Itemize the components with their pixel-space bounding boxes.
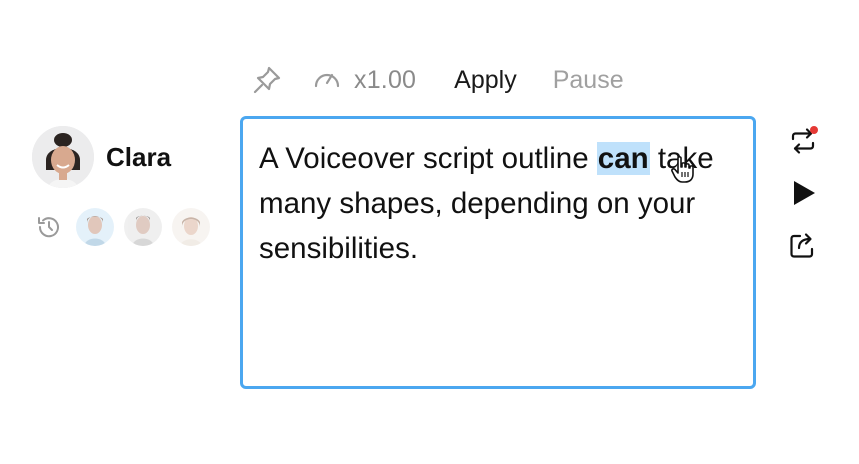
avatar[interactable]	[32, 126, 94, 188]
pin-button[interactable]	[250, 63, 284, 97]
playback-speed[interactable]: x1.00	[312, 65, 416, 95]
repeat-button[interactable]	[786, 124, 820, 158]
user-card: Clara	[32, 126, 171, 188]
collaborator-avatar[interactable]	[172, 208, 210, 246]
pin-icon	[253, 66, 281, 94]
play-icon	[794, 181, 815, 205]
share-button[interactable]	[786, 228, 820, 262]
hand-cursor-icon	[671, 156, 694, 183]
selected-word[interactable]: can	[596, 142, 650, 175]
apply-button[interactable]: Apply	[454, 66, 517, 95]
play-button[interactable]	[786, 176, 820, 210]
side-actions	[786, 124, 822, 280]
notification-dot	[810, 126, 818, 134]
history-button[interactable]	[34, 212, 64, 242]
speed-value: x1.00	[354, 65, 417, 94]
collaborators-row	[34, 208, 220, 246]
collaborator-avatar[interactable]	[76, 208, 114, 246]
history-icon	[38, 217, 59, 238]
script-editor[interactable]: A Voiceover script outline can take many…	[240, 116, 756, 389]
speedometer-icon	[312, 65, 342, 95]
pause-button[interactable]: Pause	[553, 66, 624, 95]
share-icon	[790, 233, 814, 258]
text-before-selection: A Voiceover script outline	[259, 142, 597, 175]
script-text[interactable]: A Voiceover script outline can take many…	[259, 136, 729, 271]
collaborator-avatar[interactable]	[124, 208, 162, 246]
user-name: Clara	[106, 141, 172, 172]
toolbar: x1.00 Apply Pause	[250, 58, 624, 102]
